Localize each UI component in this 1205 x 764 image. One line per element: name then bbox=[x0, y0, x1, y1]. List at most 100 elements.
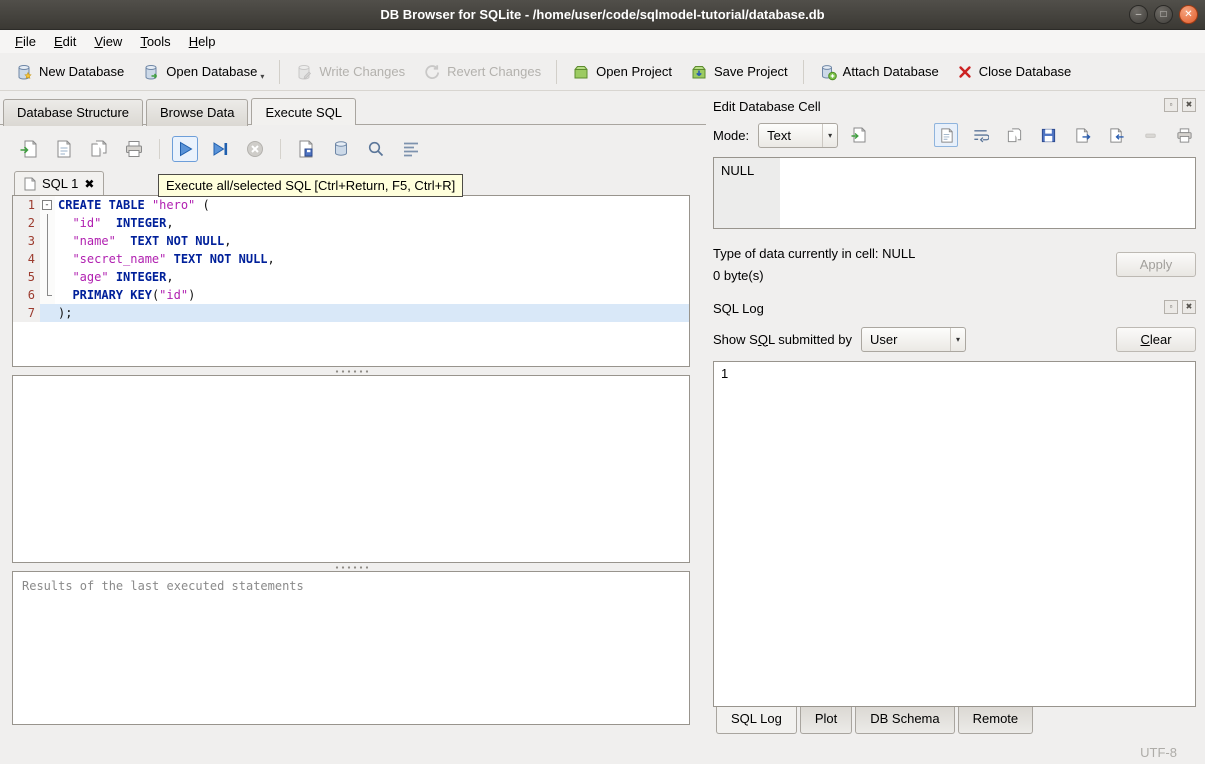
execute-tooltip: Execute all/selected SQL [Ctrl+Return, F… bbox=[158, 174, 464, 197]
results-messages-splitter[interactable] bbox=[12, 563, 690, 571]
format-sql-button[interactable] bbox=[398, 136, 424, 162]
tab-sql-log[interactable]: SQL Log bbox=[716, 707, 797, 734]
cell-size-info: 0 byte(s) bbox=[713, 267, 764, 283]
print-cell-button[interactable] bbox=[1172, 123, 1196, 147]
sql-log-title: SQL Log bbox=[713, 300, 764, 316]
clear-log-button[interactable]: Clear bbox=[1116, 326, 1196, 352]
code-line: 4 "secret_name" TEXT NOT NULL, bbox=[13, 250, 689, 268]
import-data-button[interactable] bbox=[847, 123, 871, 147]
window-controls: – □ ✕ bbox=[1129, 5, 1198, 24]
splitter-grip-icon bbox=[334, 369, 368, 373]
attach-database-button[interactable]: Attach Database bbox=[810, 58, 948, 86]
save-sql-file-as-button[interactable] bbox=[86, 136, 112, 162]
open-project-icon bbox=[572, 63, 590, 81]
maximize-button[interactable]: □ bbox=[1154, 5, 1173, 24]
sql-toolbar-separator bbox=[280, 139, 281, 159]
sql-log-view[interactable]: 1 bbox=[713, 361, 1196, 707]
tab-execute-sql[interactable]: Execute SQL bbox=[251, 98, 357, 125]
encoding-indicator: UTF-8 bbox=[1140, 745, 1177, 760]
toolbar-separator bbox=[556, 59, 558, 84]
cell-type-info: Type of data currently in cell: NULL bbox=[713, 245, 916, 261]
sql-log-filter-value: User bbox=[870, 331, 898, 347]
left-panel: Database Structure Browse Data Execute S… bbox=[0, 91, 706, 741]
print-button[interactable] bbox=[121, 136, 147, 162]
statusbar: UTF-8 bbox=[0, 741, 1205, 764]
edit-cell-icon-group bbox=[934, 123, 1196, 147]
sql-log-filter-combobox[interactable]: User ▾ bbox=[861, 326, 966, 352]
dock-close-icon[interactable]: ✖ bbox=[1182, 300, 1196, 314]
find-replace-button[interactable] bbox=[363, 136, 389, 162]
sql-log-line-number: 1 bbox=[721, 366, 729, 381]
dock-close-icon[interactable]: ✖ bbox=[1182, 98, 1196, 112]
new-database-button[interactable]: New Database bbox=[6, 58, 133, 86]
text-mode-button[interactable] bbox=[934, 123, 958, 147]
minimize-button[interactable]: – bbox=[1129, 5, 1148, 24]
revert-changes-label: Revert Changes bbox=[447, 64, 542, 79]
save-project-icon bbox=[690, 63, 708, 81]
write-changes-label: Write Changes bbox=[319, 64, 406, 79]
dock-float-icon[interactable]: ▫ bbox=[1164, 300, 1178, 314]
sql-log-filter-row: Show SQL submitted by User ▾ Clear bbox=[713, 321, 1196, 357]
set-null-button bbox=[1138, 123, 1162, 147]
fold-marker-icon[interactable]: - bbox=[42, 200, 52, 210]
menu-edit[interactable]: Edit bbox=[45, 32, 85, 51]
close-button[interactable]: ✕ bbox=[1179, 5, 1198, 24]
execute-line-button[interactable] bbox=[207, 136, 233, 162]
export-cell-button[interactable] bbox=[1070, 123, 1094, 147]
open-sql-file-button[interactable] bbox=[16, 136, 42, 162]
revert-changes-icon bbox=[423, 63, 441, 81]
menu-help[interactable]: Help bbox=[180, 32, 225, 51]
app-window: DB Browser for SQLite - /home/user/code/… bbox=[0, 0, 1205, 764]
sql-editor[interactable]: 1- CREATE TABLE "hero" (2 "id" INTEGER, 3 … bbox=[12, 195, 690, 367]
menu-file[interactable]: File bbox=[6, 32, 45, 51]
editor-results-splitter[interactable] bbox=[12, 367, 690, 375]
edit-cell-title: Edit Database Cell bbox=[713, 98, 821, 114]
edit-cell-mode-row: Mode: Text ▾ bbox=[713, 117, 1196, 153]
mode-combobox[interactable]: Text ▾ bbox=[758, 122, 839, 148]
chevron-down-icon: ▾ bbox=[949, 327, 965, 351]
cell-editor[interactable]: NULL bbox=[713, 157, 1196, 229]
tab-database-structure[interactable]: Database Structure bbox=[3, 99, 144, 126]
tab-db-schema[interactable]: DB Schema bbox=[855, 707, 955, 734]
sql-toolbar-separator bbox=[159, 139, 160, 159]
bottom-tabbar: SQL Log Plot DB Schema Remote bbox=[713, 707, 1196, 734]
edit-cell-dock-controls: ▫ ✖ bbox=[1164, 98, 1196, 112]
word-wrap-button[interactable] bbox=[968, 123, 992, 147]
attach-database-icon bbox=[819, 63, 837, 81]
titlebar[interactable]: DB Browser for SQLite - /home/user/code/… bbox=[0, 0, 1205, 30]
save-sql-file-button[interactable] bbox=[51, 136, 77, 162]
close-database-button[interactable]: Close Database bbox=[948, 59, 1081, 85]
tab-plot[interactable]: Plot bbox=[799, 707, 853, 734]
splitter-grip-icon bbox=[334, 565, 368, 569]
tab-browse-data[interactable]: Browse Data bbox=[146, 99, 249, 126]
save-results-button[interactable] bbox=[293, 136, 319, 162]
chevron-down-icon: ▾ bbox=[822, 123, 837, 147]
code-line: 3 "name" TEXT NOT NULL, bbox=[13, 232, 689, 250]
copy-button[interactable] bbox=[1002, 123, 1026, 147]
save-cell-button[interactable] bbox=[1036, 123, 1060, 147]
import-cell-button[interactable] bbox=[1104, 123, 1128, 147]
cell-info-text: Type of data currently in cell: NULL 0 b… bbox=[713, 246, 1116, 283]
dock-float-icon[interactable]: ▫ bbox=[1164, 98, 1178, 112]
open-database-dropdown-icon[interactable]: ▾ bbox=[260, 72, 264, 81]
sql-toolbar bbox=[12, 131, 690, 167]
close-database-icon bbox=[957, 64, 973, 80]
export-database-button[interactable] bbox=[328, 136, 354, 162]
save-project-button[interactable]: Save Project bbox=[681, 58, 797, 86]
menubar: File Edit View Tools Help bbox=[0, 30, 1205, 53]
open-database-label: Open Database bbox=[166, 64, 258, 79]
menu-view[interactable]: View bbox=[85, 32, 131, 51]
apply-button: Apply bbox=[1116, 251, 1196, 277]
revert-changes-button: Revert Changes bbox=[414, 58, 550, 86]
sql-tab-1[interactable]: SQL 1 ✖ bbox=[14, 171, 105, 195]
open-project-button[interactable]: Open Project bbox=[563, 58, 681, 86]
main-area: Database Structure Browse Data Execute S… bbox=[0, 91, 1205, 741]
right-panel: Edit Database Cell ▫ ✖ Mode: Text ▾ NULL… bbox=[706, 91, 1205, 741]
open-database-button[interactable]: Open Database ▾ bbox=[133, 58, 273, 86]
code-line: 7); bbox=[13, 304, 689, 322]
sql-tab-close-icon[interactable]: ✖ bbox=[84, 178, 94, 190]
tab-remote[interactable]: Remote bbox=[957, 707, 1034, 734]
menu-tools[interactable]: Tools bbox=[131, 32, 179, 51]
results-grid[interactable] bbox=[12, 375, 690, 563]
execute-all-button[interactable] bbox=[172, 136, 198, 162]
